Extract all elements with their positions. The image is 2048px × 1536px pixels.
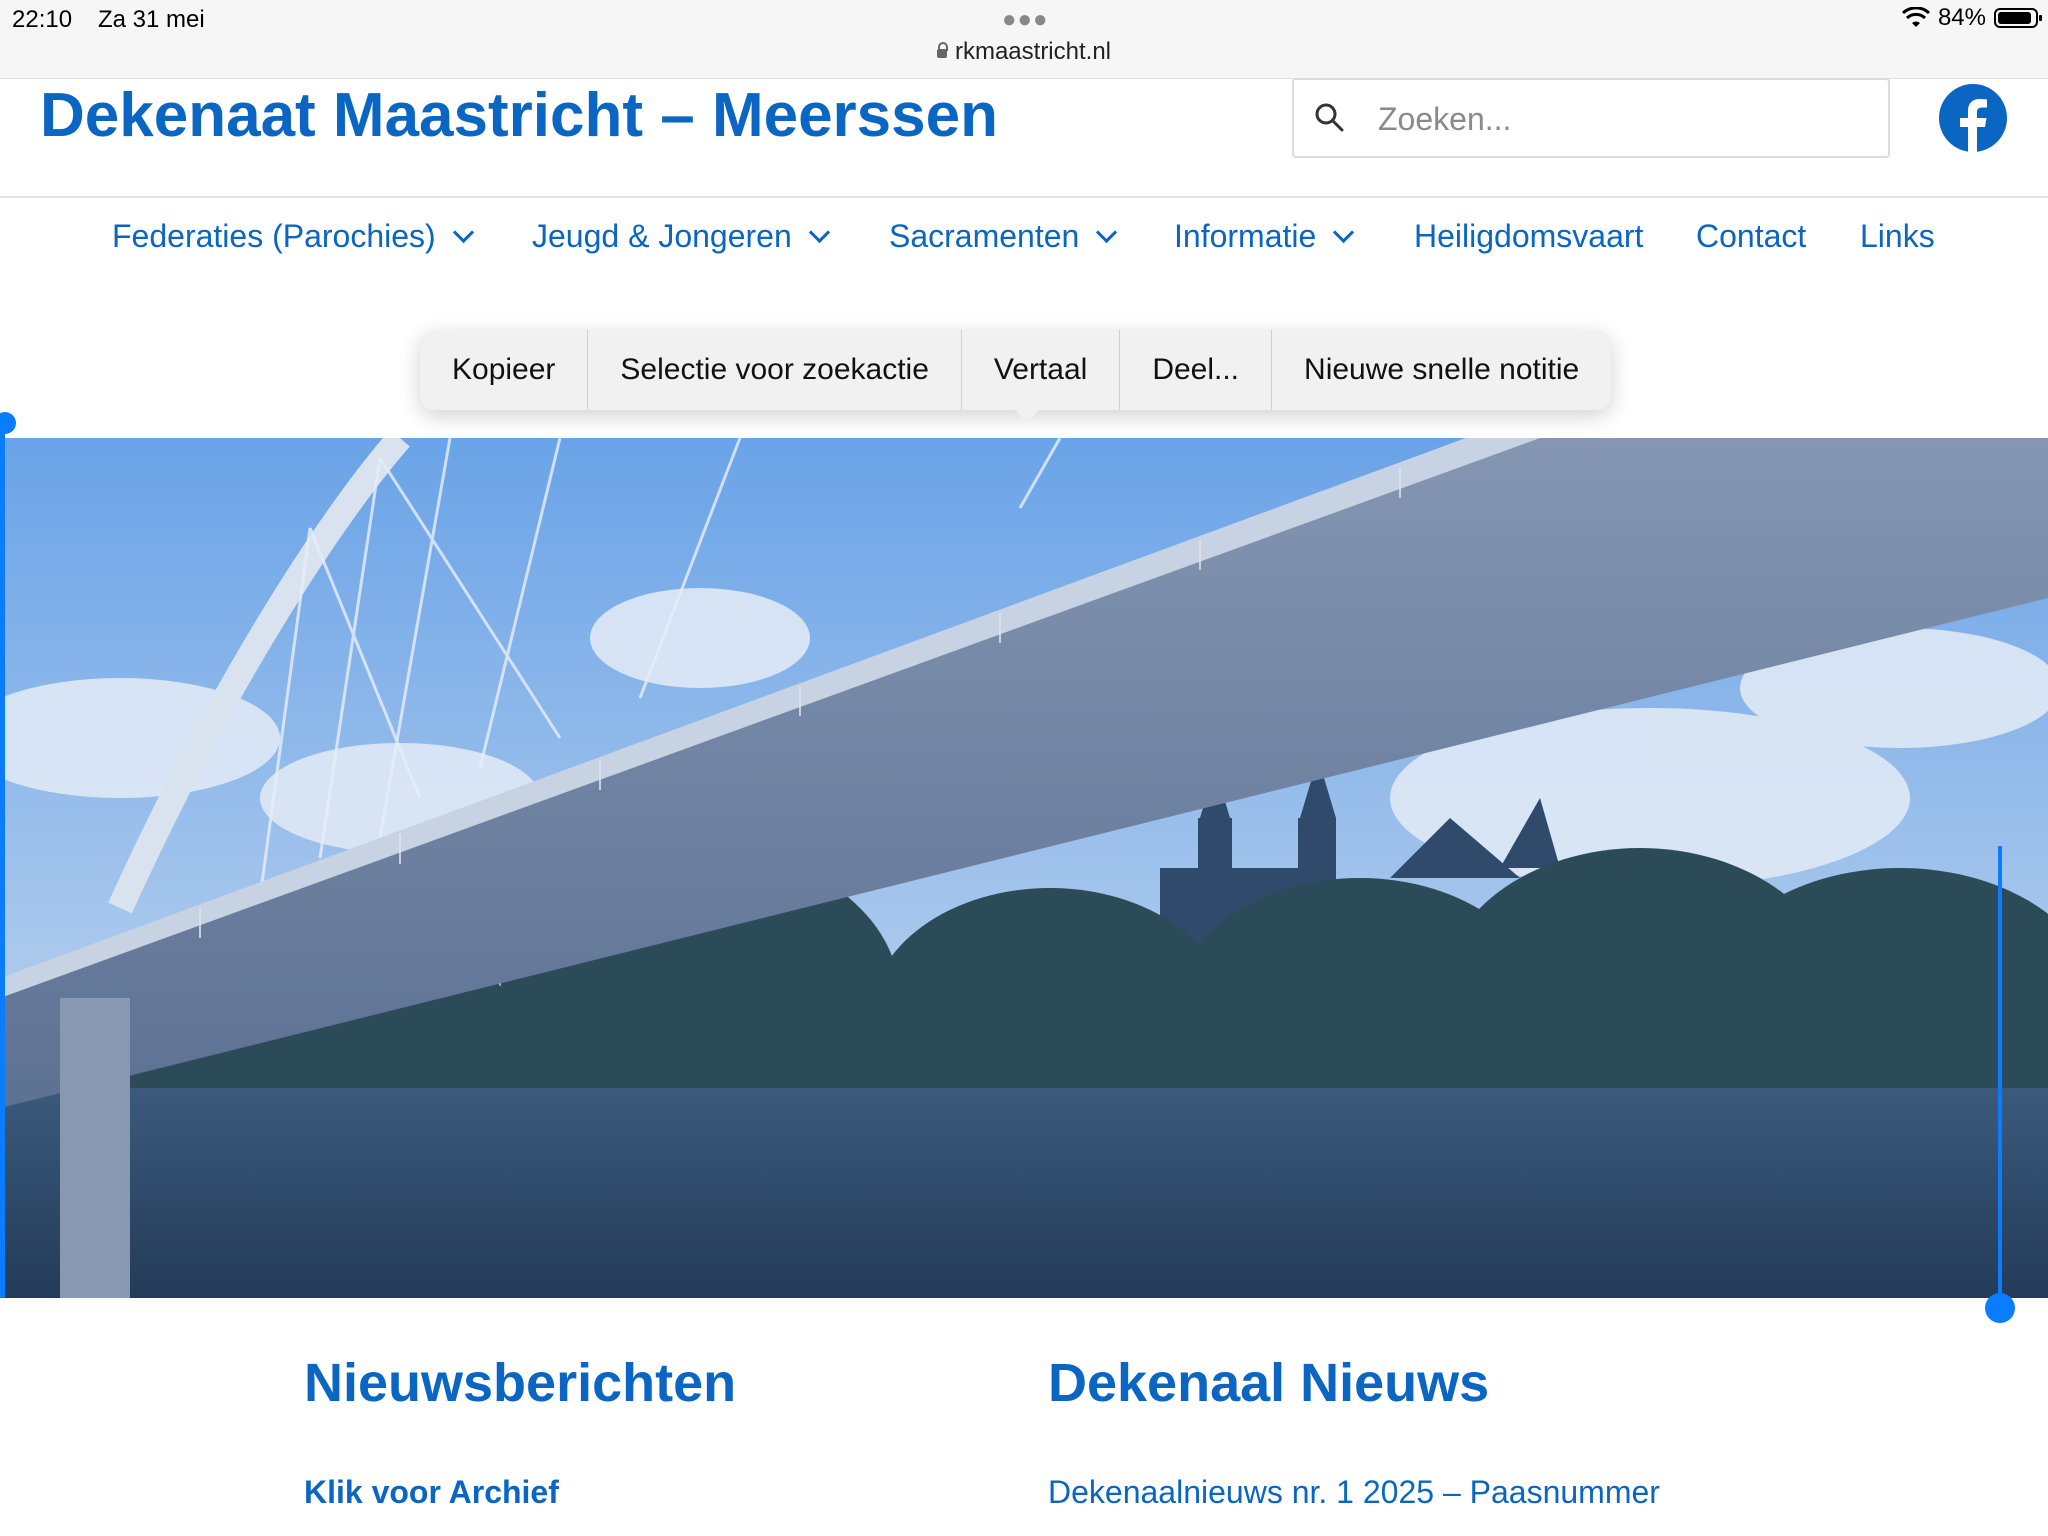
context-menu-pointer (1013, 408, 1041, 422)
battery-percentage: 84% (1937, 4, 1986, 31)
hero-image[interactable] (0, 438, 2048, 1298)
newsletter-link[interactable]: Dekenaalnieuws nr. 1 2025 – Paasnummer (1048, 1474, 1660, 1511)
news-heading: Nieuwsberichten (304, 1353, 737, 1413)
status-bar: 22:10 Za 31 mei ●●● 84% rkmaastricht.nl (0, 0, 2048, 79)
chevron-down-icon (808, 221, 830, 244)
battery-icon (1994, 8, 2042, 28)
chevron-down-icon (452, 221, 474, 244)
address-bar[interactable]: rkmaastricht.nl (0, 38, 2048, 66)
nav-item-links[interactable]: Links (1860, 218, 1935, 255)
search-box[interactable] (1292, 78, 1890, 158)
search-input[interactable] (1376, 94, 1860, 144)
status-time: 22:10 (12, 6, 73, 33)
facebook-icon[interactable] (1938, 83, 2008, 153)
search-icon (1315, 103, 1344, 132)
nav-item-heiligdomsvaart[interactable]: Heiligdomsvaart (1414, 218, 1643, 255)
status-date: Za 31 mei (98, 6, 205, 33)
nav-item-informatie[interactable]: Informatie (1174, 218, 1355, 255)
menu-item-look-up[interactable]: Selectie voor zoekactie (588, 330, 962, 410)
nav-item-contact[interactable]: Contact (1696, 218, 1806, 255)
site-title[interactable]: Dekenaat Maastricht – Meerssen (40, 80, 998, 151)
nav-item-label: Jeugd & Jongeren (532, 218, 792, 254)
nav-item-label: Federaties (Parochies) (112, 218, 436, 254)
chevron-down-icon (1333, 221, 1355, 244)
nav-item-label: Informatie (1174, 218, 1317, 254)
hero-illustration (0, 438, 2048, 1298)
address-url: rkmaastricht.nl (954, 38, 1112, 65)
main-nav: Federaties (Parochies) Jeugd & Jongeren … (0, 218, 2048, 258)
nav-item-label: Links (1860, 218, 1935, 254)
archive-link[interactable]: Klik voor Archief (304, 1474, 559, 1511)
menu-item-share[interactable]: Deel... (1120, 330, 1273, 410)
deanery-news-heading: Dekenaal Nieuws (1048, 1353, 1490, 1413)
nav-item-label: Sacramenten (889, 218, 1080, 254)
selection-edge-right (1998, 846, 2002, 1296)
multitasking-dots-icon[interactable]: ●●● (1002, 6, 1049, 34)
selection-edge-left (0, 422, 5, 1298)
selection-handle-end[interactable] (1985, 1293, 2015, 1323)
nav-item-jeugd[interactable]: Jeugd & Jongeren (532, 218, 830, 255)
menu-item-copy[interactable]: Kopieer (420, 330, 589, 410)
nav-item-label: Contact (1696, 218, 1807, 254)
header-divider (0, 196, 2048, 198)
menu-item-quick-note[interactable]: Nieuwe snelle notitie (1272, 330, 1611, 410)
wifi-icon (1901, 7, 1930, 27)
status-right: 84% (1901, 4, 2042, 32)
nav-item-federaties[interactable]: Federaties (Parochies) (112, 218, 474, 255)
chevron-down-icon (1096, 221, 1118, 244)
menu-item-translate[interactable]: Vertaal (962, 330, 1121, 410)
nav-item-label: Heiligdomsvaart (1414, 218, 1644, 254)
lock-icon (936, 42, 948, 58)
nav-item-sacramenten[interactable]: Sacramenten (889, 218, 1118, 255)
selection-context-menu: Kopieer Selectie voor zoekactie Vertaal … (420, 330, 1612, 410)
selection-handle-start[interactable] (0, 412, 16, 434)
